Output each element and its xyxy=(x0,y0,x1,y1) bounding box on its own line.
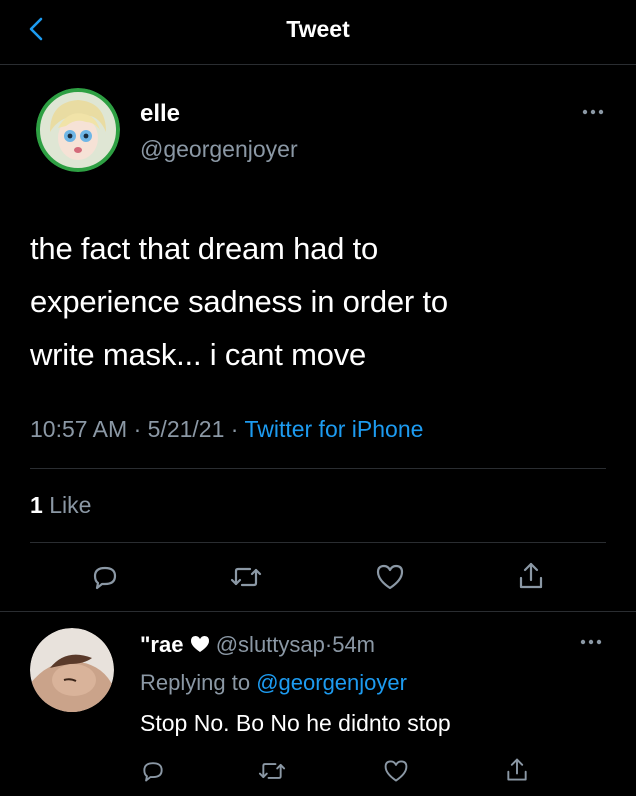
reply-like-button[interactable] xyxy=(382,758,410,784)
author-name[interactable]: elle xyxy=(140,100,180,128)
reply-text: Stop No. Bo No he didnto stop xyxy=(140,710,451,736)
share-icon xyxy=(519,562,543,589)
more-icon xyxy=(582,109,604,115)
reply-retweet-button[interactable] xyxy=(258,758,286,784)
reply-author-avatar[interactable] xyxy=(30,628,114,712)
reply-share-button[interactable] xyxy=(504,756,530,784)
tweet-text-line: write mask... i cant move xyxy=(30,337,367,372)
retweet-button[interactable] xyxy=(230,562,262,592)
like-label: Like xyxy=(49,492,92,518)
retweet-icon xyxy=(230,567,262,587)
reply-header: "rae @sluttysap·54m xyxy=(140,632,375,658)
reply-icon xyxy=(93,566,117,590)
divider xyxy=(0,611,636,612)
like-count[interactable]: 1 Like xyxy=(30,492,91,519)
more-icon xyxy=(580,639,602,645)
author-handle[interactable]: @georgenjoyer xyxy=(140,136,298,163)
reply-more-options-button[interactable] xyxy=(578,634,604,650)
divider xyxy=(30,468,606,469)
replying-to: Replying to @georgenjoyer xyxy=(140,670,407,696)
reply-author-name[interactable]: "rae xyxy=(140,632,183,657)
avatar-photo xyxy=(30,628,114,712)
tweet-source-link[interactable]: Twitter for iPhone xyxy=(244,416,423,442)
avatar-illustration xyxy=(36,88,120,172)
reply-button[interactable] xyxy=(90,562,120,592)
like-button[interactable] xyxy=(374,562,406,592)
tweet-date: 5/21/21 xyxy=(147,416,225,442)
meta-separator: · xyxy=(230,416,239,442)
reply-reply-button[interactable] xyxy=(140,758,166,784)
tweet-time: 10:57 AM xyxy=(30,416,128,442)
like-icon xyxy=(376,564,404,590)
replying-mention[interactable]: @georgenjoyer xyxy=(256,670,407,695)
tweet-meta: 10:57 AM · 5/21/21 · Twitter for iPhone xyxy=(30,416,423,443)
divider xyxy=(30,542,606,543)
heart-icon xyxy=(190,636,209,652)
top-bar: Tweet xyxy=(0,0,636,65)
page-title: Tweet xyxy=(286,16,350,42)
tweet-text-line: experience sadness in order to xyxy=(30,284,448,319)
tweet-text: the fact that dream had to experience sa… xyxy=(30,222,610,381)
share-button[interactable] xyxy=(516,560,546,592)
reply-icon xyxy=(143,762,163,782)
share-icon xyxy=(507,758,527,781)
like-icon xyxy=(384,760,408,782)
tweet-text-line: the fact that dream had to xyxy=(30,231,379,266)
like-number: 1 xyxy=(30,492,43,518)
retweet-icon xyxy=(258,763,286,779)
author-avatar[interactable] xyxy=(36,88,120,172)
reply-age: 54m xyxy=(332,632,375,657)
meta-separator: · xyxy=(133,416,142,442)
reply-author-handle[interactable]: @sluttysap xyxy=(216,632,325,657)
more-options-button[interactable] xyxy=(580,104,606,120)
replying-prefix: Replying to xyxy=(140,670,251,695)
